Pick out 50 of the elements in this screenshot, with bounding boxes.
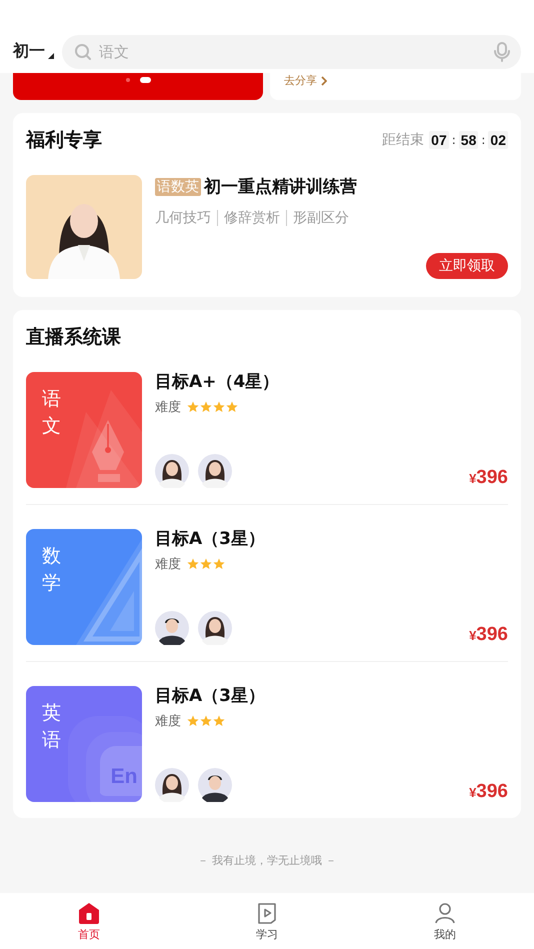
course-title: 目标A（3星）	[155, 528, 266, 550]
topic-label: 几何技巧	[155, 210, 212, 226]
teacher-avatar	[198, 768, 232, 802]
subject-thumbnail[interactable]: 语文	[26, 372, 142, 488]
course-title: 目标A+（4星）	[155, 371, 280, 393]
teacher-avatar	[155, 611, 189, 645]
countdown-digits: 58	[458, 131, 478, 149]
teacher-avatar	[198, 611, 232, 645]
nav-tab[interactable]: 学习	[178, 893, 356, 949]
home-icon	[78, 902, 100, 925]
difficulty-label: 难度	[155, 399, 181, 416]
teacher-avatar	[155, 454, 189, 488]
subject-tag: 语数英	[155, 178, 201, 196]
search-icon	[74, 43, 91, 60]
section-title: 福利专享	[26, 128, 102, 153]
share-link[interactable]: 去分享	[284, 74, 327, 88]
countdown-label: 距结束	[382, 131, 424, 149]
chevron-icon	[321, 76, 327, 86]
countdown-digits: 02	[488, 131, 508, 149]
nav-tab[interactable]: 首页	[0, 893, 178, 949]
course-title: 目标A（3星）	[155, 685, 266, 707]
subject-name: 数学	[42, 544, 61, 596]
microphone-icon[interactable]	[493, 42, 511, 62]
person-icon	[434, 902, 456, 925]
topic-label: 修辞赏析	[217, 210, 286, 226]
subject-thumbnail[interactable]: 数学	[26, 529, 142, 645]
grade-selector[interactable]: 初一	[13, 41, 54, 62]
difficulty-label: 难度	[155, 556, 181, 573]
course-title: 初一重点精讲训练营	[204, 176, 357, 198]
section-title: 直播系统课	[26, 325, 122, 350]
search-field[interactable]: 语文	[97, 42, 487, 62]
teacher-avatar	[155, 768, 189, 802]
price: ¥396	[469, 467, 508, 489]
subject-name: 英语	[42, 701, 61, 753]
topic-label: 形副区分	[286, 210, 355, 226]
nav-tab[interactable]: 我的	[356, 893, 534, 949]
banner-card[interactable]	[13, 73, 263, 100]
search-bar[interactable]: 语文	[62, 34, 521, 68]
countdown-digits: 07	[429, 131, 449, 149]
time-separator: :	[481, 133, 486, 147]
difficulty-label: 难度	[155, 713, 181, 730]
caret-icon	[48, 53, 54, 59]
claim-button[interactable]: 立即领取	[426, 253, 508, 279]
subject-name: 语文	[42, 387, 61, 439]
time-separator: :	[452, 133, 456, 147]
footer-slogan: － 我有止境，学无止境哦 －	[196, 853, 338, 868]
teacher-avatar	[198, 454, 232, 488]
play-icon	[256, 902, 278, 925]
price: ¥396	[469, 624, 508, 646]
price: ¥396	[469, 781, 508, 803]
